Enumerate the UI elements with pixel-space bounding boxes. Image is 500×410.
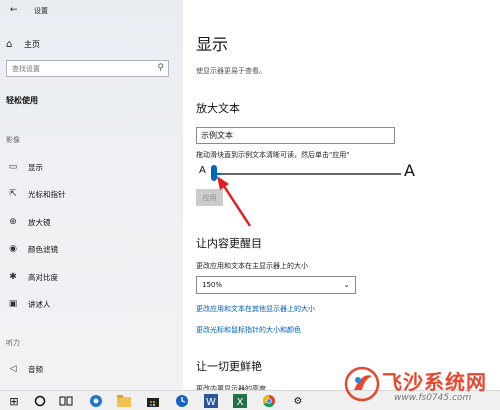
search-icon[interactable]: ⚲ <box>157 63 164 73</box>
palette-icon: ◉ <box>9 244 17 254</box>
watermark: 飞沙系统网 www.fs0745.com <box>344 362 500 410</box>
vivid-heading: 让一切更鲜艳 <box>196 360 262 373</box>
cursor-icon: ⇱ <box>9 189 17 199</box>
sidebar-item-high-contrast[interactable]: ✱ 高对比度 <box>6 270 58 284</box>
sidebar-item-magnifier[interactable]: ⊕ 放大镜 <box>6 215 51 229</box>
sample-text-box: 示例文本 <box>196 127 395 144</box>
chevron-down-icon: ⌄ <box>343 280 350 289</box>
file-explorer-icon[interactable] <box>116 393 132 409</box>
settings-gear-icon[interactable]: ⚙ <box>290 393 306 409</box>
home-icon: ⌂ <box>6 38 13 50</box>
sidebar-item-label: 显示 <box>28 162 43 172</box>
search-box[interactable]: ⚲ <box>6 60 169 77</box>
narrator-icon: ▣ <box>8 299 18 309</box>
sidebar-item-display[interactable]: ▭ 显示 <box>6 160 43 174</box>
scale-dropdown[interactable]: 150% ⌄ <box>196 276 356 294</box>
magnifier-icon: ⊕ <box>9 217 17 227</box>
monitor-icon: ▭ <box>8 162 18 172</box>
sidebar-item-label: 颜色滤镜 <box>28 244 58 254</box>
speaker-icon: ◁ <box>9 364 17 374</box>
scale-dropdown-value: 150% <box>202 281 223 289</box>
search-input[interactable] <box>12 64 152 73</box>
section-header-hearing: 听力 <box>6 339 20 347</box>
sidebar-item-label: 光标和指针 <box>28 189 66 199</box>
watermark-logo-icon <box>344 366 380 402</box>
section-header-vision: 影像 <box>6 136 20 144</box>
svg-text:X: X <box>237 397 244 408</box>
main-content: 显示 使显示器更易于查看。 放大文本 示例文本 拖动滑块直到示例文本清晰可读，然… <box>183 0 500 390</box>
small-a-label: A <box>199 165 206 176</box>
apply-button[interactable]: 应用 <box>196 189 223 206</box>
sidebar-item-label: 高对比度 <box>28 272 58 282</box>
page-title: 显示 <box>196 35 229 54</box>
word-icon[interactable]: W <box>203 393 219 409</box>
slider-hint: 拖动滑块直到示例文本清晰可读，然后单击"应用" <box>196 151 350 159</box>
sidebar-item-label: 音频 <box>28 364 43 374</box>
store-icon[interactable] <box>145 393 161 409</box>
text-size-slider-track[interactable] <box>212 173 401 175</box>
size-label: 更改应用和文本在主显示器上的大小 <box>196 262 308 270</box>
window-title: 设置 <box>34 7 48 15</box>
cortana-circle-icon[interactable] <box>32 393 48 409</box>
sidebar: ← 设置 ⌂ 主页 ⚲ 轻松使用 影像 ▭ 显示 ⇱ 光标和指针 ⊕ 放大镜 ◉… <box>0 0 183 390</box>
enlarge-text-heading: 放大文本 <box>196 102 240 115</box>
svg-text:W: W <box>206 397 216 408</box>
sidebar-item-audio[interactable]: ◁ 音频 <box>6 362 43 376</box>
page-description: 使显示器更易于查看。 <box>196 67 266 75</box>
excel-icon[interactable]: X <box>232 393 248 409</box>
sidebar-item-narrator[interactable]: ▣ 讲述人 <box>6 297 51 311</box>
edge-browser-icon[interactable] <box>88 393 104 409</box>
sidebar-item-color-filters[interactable]: ◉ 颜色滤镜 <box>6 242 58 256</box>
back-arrow-icon[interactable]: ← <box>10 5 18 15</box>
task-view-icon[interactable] <box>58 393 74 409</box>
other-displays-link[interactable]: 更改应用和文本在其他显示器上的大小 <box>196 304 315 314</box>
sidebar-item-cursor[interactable]: ⇱ 光标和指针 <box>6 187 66 201</box>
windows-start-icon[interactable]: ⊞ <box>6 393 22 409</box>
sidebar-item-label: 放大镜 <box>28 217 51 227</box>
clock-app-icon[interactable] <box>174 393 190 409</box>
sidebar-item-label: 讲述人 <box>28 299 51 309</box>
contrast-icon: ✱ <box>9 272 17 282</box>
chrome-icon[interactable] <box>261 393 277 409</box>
prominent-heading: 让内容更醒目 <box>196 237 262 250</box>
category-heading: 轻松使用 <box>6 96 38 105</box>
sidebar-item-home[interactable]: ⌂ 主页 <box>6 37 40 51</box>
watermark-url: www.fs0745.com <box>394 393 472 403</box>
sidebar-item-label: 主页 <box>24 39 40 49</box>
large-a-label: A <box>404 161 415 180</box>
cursor-size-link[interactable]: 更改光标和鼠标指针的大小和颜色 <box>196 325 301 335</box>
watermark-title: 飞沙系统网 <box>382 370 487 394</box>
text-size-slider-thumb[interactable] <box>211 165 217 181</box>
